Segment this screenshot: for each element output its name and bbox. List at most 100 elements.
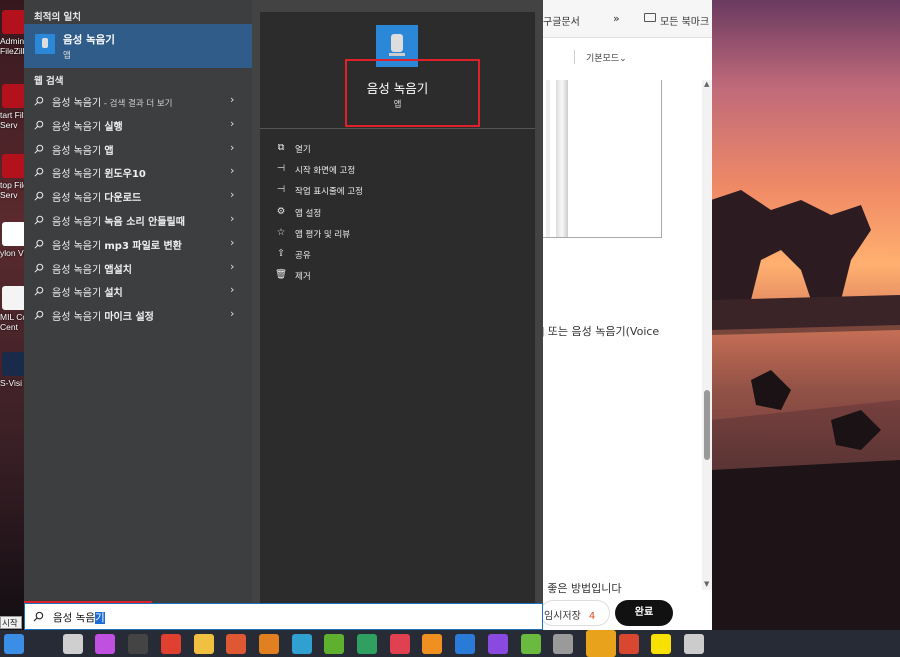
pin-icon: ⊣ [276, 184, 286, 196]
open-icon: ⧉ [277, 142, 285, 153]
web-result-item[interactable]: 음성 녹음기 mp3 파일로 변환 › [24, 232, 252, 256]
vscode-icon[interactable] [455, 634, 476, 654]
chevron-right-icon[interactable]: › [230, 141, 234, 154]
desktop-wallpaper [711, 0, 900, 630]
search-app-icon[interactable] [422, 634, 443, 654]
web-result-item[interactable]: 음성 녹음기 설치 › [24, 279, 252, 303]
action-item[interactable]: ☆ 앱 평가 및 리뷰 [274, 227, 524, 245]
web-result-item[interactable]: 음성 녹음기 앱 › [24, 137, 252, 161]
search-icon [34, 310, 44, 320]
web-result-label: 음성 녹음기 앱 [52, 145, 114, 157]
action-item[interactable]: ⧉ 열기 [274, 142, 524, 160]
bookmark-overflow-button[interactable]: » [613, 12, 620, 25]
all-bookmarks-button[interactable]: 모든 북마크 [660, 13, 709, 28]
voice-recorder-icon[interactable] [684, 634, 704, 654]
sticky-notes-icon[interactable] [585, 630, 616, 657]
spring-icon[interactable] [520, 634, 541, 654]
best-match-name: 음성 녹음기 [63, 34, 115, 46]
trash-icon: 🗑 [274, 269, 288, 281]
best-match-kind: 앱 [63, 51, 71, 61]
chevron-right-icon[interactable]: › [230, 236, 234, 249]
chevron-right-icon[interactable]: › [230, 164, 234, 177]
toolbar-divider [574, 50, 575, 64]
duckduckgo-icon[interactable] [226, 634, 247, 654]
action-item[interactable]: ⊣ 작업 표시줄에 고정 [274, 184, 524, 202]
edge-icon[interactable] [357, 634, 377, 654]
chevron-right-icon[interactable]: › [230, 93, 234, 106]
share-icon: ⇪ [277, 248, 285, 259]
temp-save-button[interactable]: 임시저장 4 [540, 600, 610, 626]
terminal-icon[interactable] [128, 634, 149, 654]
star-icon: ☆ [276, 226, 286, 238]
winamp-icon[interactable] [258, 634, 279, 654]
scroll-down-arrow-icon[interactable]: ▼ [704, 580, 709, 588]
editor-body-text: ] 또는 음성 녹음기(Voice [540, 325, 660, 338]
done-button[interactable]: 완료 [615, 600, 673, 626]
folder-icon [644, 13, 656, 22]
chevron-right-icon[interactable]: › [230, 117, 234, 130]
camera-icon [2, 352, 26, 376]
action-label: 공유 [295, 251, 311, 261]
search-selected-text: 기 [94, 612, 105, 624]
photos-icon[interactable] [291, 634, 312, 654]
web-result-item[interactable]: 음성 녹음기 실행 › [24, 113, 252, 137]
media-player-icon[interactable] [389, 634, 410, 654]
browser-window: 구글문서 » 모든 북마크 기본모드⌄ ] 또는 음성 녹음기(Voice : … [540, 0, 712, 630]
action-label: 앱 평가 및 리뷰 [295, 229, 351, 240]
search-icon [34, 144, 44, 154]
action-item[interactable]: ⊣ 시작 화면에 고정 [274, 163, 524, 181]
action-label: 제거 [295, 272, 311, 283]
search-icon [34, 263, 44, 273]
web-result-item[interactable]: 음성 녹음기 윈도우10 › [24, 160, 252, 184]
best-match-title: 최적의 일치 [34, 12, 82, 23]
kakaotalk-icon[interactable] [651, 634, 672, 654]
action-item[interactable]: ⇪ 공유 [274, 248, 524, 266]
web-result-item[interactable]: 음성 녹음기 다운로드 › [24, 184, 252, 208]
taskbar [0, 630, 900, 657]
action-item[interactable]: ⚙ 앱 설정 [274, 206, 524, 224]
web-search-title: 웹 검색 [34, 76, 64, 87]
bookmark-bar: 구글문서 » 모든 북마크 [540, 0, 712, 38]
search-icon [33, 611, 44, 622]
action-label: 작업 표시줄에 고정 [295, 187, 363, 198]
copilot-icon[interactable] [95, 634, 116, 654]
database-icon[interactable] [553, 634, 574, 654]
notepad-icon[interactable] [324, 634, 345, 654]
highlight-app-name [345, 59, 480, 127]
task-view-icon[interactable] [62, 634, 83, 654]
pin-icon: ⊣ [276, 163, 286, 175]
mode-select[interactable]: 기본모드⌄ [586, 51, 627, 64]
web-result-item[interactable]: 음성 녹음기 앱설치 › [24, 256, 252, 280]
search-input[interactable]: 음성 녹음기 [24, 603, 543, 630]
chrome-profile-icon[interactable] [618, 634, 639, 654]
web-result-label: 음성 녹음기 윈도우10 [52, 169, 146, 181]
filezilla-icon [2, 84, 26, 108]
editor-body-text-bottom: : 좋은 방법입니다 [540, 582, 622, 595]
windows-start-icon[interactable] [4, 634, 24, 654]
filezilla-icon [2, 154, 26, 178]
action-item[interactable]: 🗑 제거 [274, 269, 524, 287]
detail-divider [260, 128, 535, 129]
meter-icon [2, 286, 26, 310]
chrome-icon[interactable] [160, 634, 181, 654]
scroll-up-arrow-icon[interactable]: ▲ [704, 80, 709, 88]
chevron-right-icon[interactable]: › [230, 188, 234, 201]
web-result-item[interactable]: 음성 녹음기 - 검색 결과 더 보기 › [24, 89, 252, 113]
chevron-right-icon[interactable]: › [230, 283, 234, 296]
visual-studio-icon[interactable] [487, 634, 508, 654]
start-tooltip: 시작 [0, 616, 22, 629]
chevron-right-icon[interactable]: › [230, 307, 234, 320]
web-result-item[interactable]: 음성 녹음기 마이크 설정 › [24, 303, 252, 327]
scrollbar[interactable]: ▲ ▼ [702, 80, 712, 590]
search-icon [34, 239, 44, 249]
web-result-label: 음성 녹음기 마이크 설정 [52, 312, 154, 324]
file-explorer-icon[interactable] [193, 634, 214, 654]
web-result-item[interactable]: 음성 녹음기 녹음 소리 안들릴때 › [24, 208, 252, 232]
best-match-item[interactable]: 음성 녹음기 앱 [24, 24, 252, 68]
chevron-right-icon[interactable]: › [230, 212, 234, 225]
search-results-pane: 최적의 일치 음성 녹음기 앱 웹 검색 음성 녹음기 - 검색 결과 더 보기… [24, 0, 252, 603]
bookmark-google-docs[interactable]: 구글문서 [543, 13, 580, 28]
chevron-right-icon[interactable]: › [230, 260, 234, 273]
voice-recorder-icon [35, 34, 55, 54]
scroll-thumb[interactable] [704, 390, 710, 460]
